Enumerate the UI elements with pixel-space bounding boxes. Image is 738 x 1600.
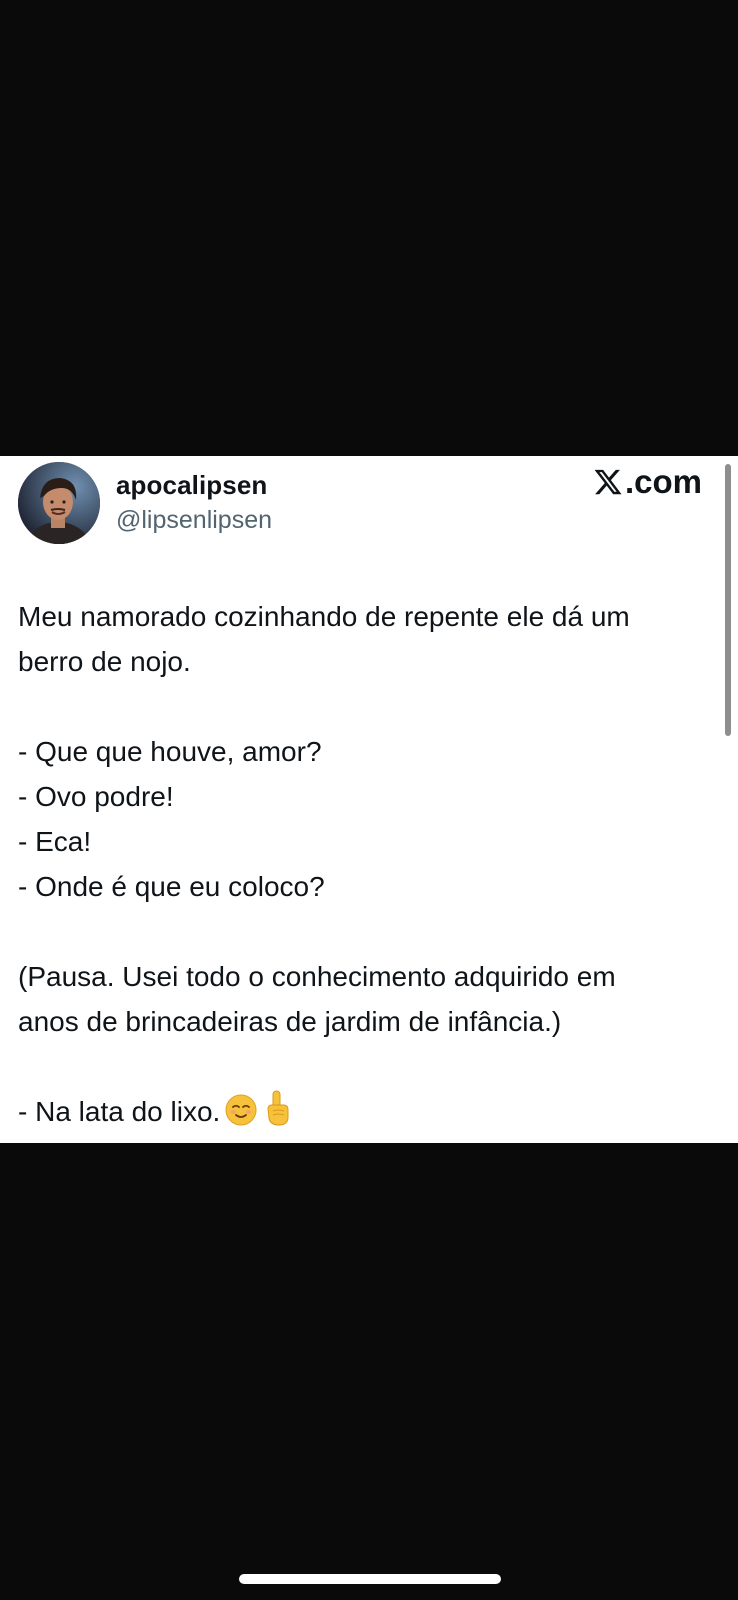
avatar-photo bbox=[18, 462, 100, 544]
final-line-text: - Na lata do lixo. bbox=[18, 1096, 221, 1127]
x-logo-icon bbox=[594, 469, 622, 494]
final-line: - Na lata do lixo. bbox=[18, 1089, 718, 1140]
dialogue-line: - Ovo podre! bbox=[18, 781, 174, 812]
relieved-face-icon bbox=[224, 1093, 258, 1140]
tweet-line: berro de nojo. bbox=[18, 646, 191, 677]
home-indicator[interactable] bbox=[239, 1574, 501, 1584]
tweet-line: anos de brincadeiras de jardim de infânc… bbox=[18, 1006, 562, 1037]
avatar[interactable] bbox=[18, 462, 100, 544]
author-handle[interactable]: @lipsenlipsen bbox=[116, 506, 272, 535]
dialogue-line: - Que que houve, amor? bbox=[18, 736, 322, 767]
scrollbar[interactable] bbox=[725, 464, 731, 736]
screenshot-screen: apocalipsen @lipsenlipsen .com Meu namor… bbox=[0, 0, 738, 1600]
tweet-text: Meu namorado cozinhando de repente ele d… bbox=[18, 594, 718, 1140]
source-watermark: .com bbox=[593, 465, 702, 498]
tweet-card: apocalipsen @lipsenlipsen .com Meu namor… bbox=[0, 456, 738, 1143]
index-pointing-up-icon bbox=[262, 1089, 292, 1140]
tweet-line: (Pausa. Usei todo o conhecimento adquiri… bbox=[18, 961, 616, 992]
source-domain: .com bbox=[624, 463, 702, 500]
author-display-name[interactable]: apocalipsen bbox=[116, 470, 267, 501]
tweet-line: Meu namorado cozinhando de repente ele d… bbox=[18, 601, 630, 632]
dialogue-line: - Eca! bbox=[18, 826, 92, 857]
dialogue-line: - Onde é que eu coloco? bbox=[18, 871, 325, 902]
